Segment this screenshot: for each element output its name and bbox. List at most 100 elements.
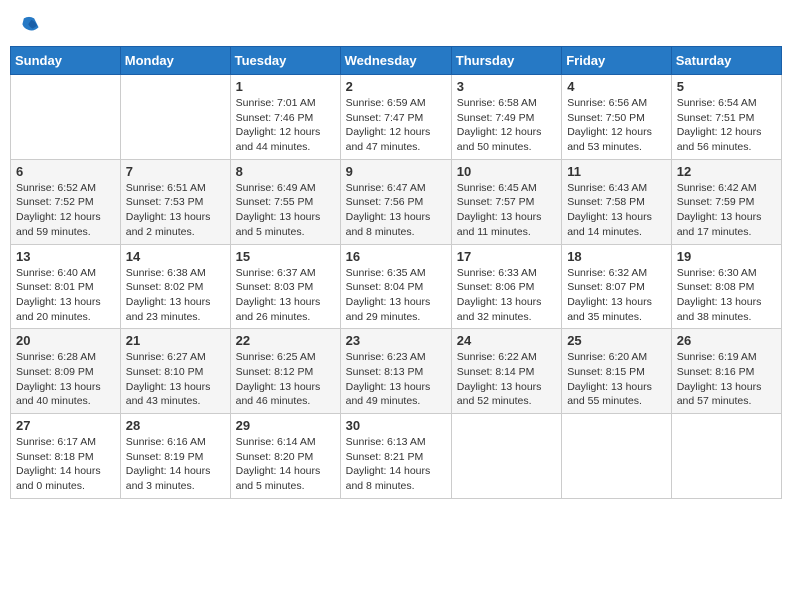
calendar-cell: 19 Sunrise: 6:30 AM Sunset: 8:08 PM Dayli… — [671, 244, 781, 329]
calendar-cell: 2 Sunrise: 6:59 AM Sunset: 7:47 PM Daylig… — [340, 75, 451, 160]
day-number: 7 — [126, 164, 225, 179]
day-number: 4 — [567, 79, 666, 94]
calendar-cell: 12 Sunrise: 6:42 AM Sunset: 7:59 PM Dayli… — [671, 159, 781, 244]
day-info: Sunrise: 6:30 AM Sunset: 8:08 PM Dayligh… — [677, 266, 776, 325]
calendar-cell: 13 Sunrise: 6:40 AM Sunset: 8:01 PM Dayli… — [11, 244, 121, 329]
day-number: 15 — [236, 249, 335, 264]
day-number: 23 — [346, 333, 446, 348]
day-number: 10 — [457, 164, 556, 179]
day-number: 26 — [677, 333, 776, 348]
week-row-4: 20Sunrise: 6:28 AM Sunset: 8:09 PM Dayli… — [11, 329, 782, 414]
day-info: Sunrise: 6:54 AM Sunset: 7:51 PM Dayligh… — [677, 96, 776, 155]
day-number: 5 — [677, 79, 776, 94]
day-info: Sunrise: 6:32 AM Sunset: 8:07 PM Dayligh… — [567, 266, 666, 325]
weekday-header-saturday: Saturday — [671, 47, 781, 75]
calendar-cell: 6 Sunrise: 6:52 AM Sunset: 7:52 PM Daylig… — [11, 159, 121, 244]
week-row-3: 13 Sunrise: 6:40 AM Sunset: 8:01 PM Dayli… — [11, 244, 782, 329]
day-info: Sunrise: 6:22 AM Sunset: 8:14 PM Dayligh… — [457, 350, 556, 409]
calendar-cell: 7 Sunrise: 6:51 AM Sunset: 7:53 PM Daylig… — [120, 159, 230, 244]
calendar-cell: 5 Sunrise: 6:54 AM Sunset: 7:51 PM Daylig… — [671, 75, 781, 160]
calendar-cell — [562, 414, 672, 499]
day-number: 9 — [346, 164, 446, 179]
day-number: 12 — [677, 164, 776, 179]
calendar-cell: 14 Sunrise: 6:38 AM Sunset: 8:02 PM Dayli… — [120, 244, 230, 329]
day-number: 22 — [236, 333, 335, 348]
day-info: Sunrise: 6:35 AM Sunset: 8:04 PM Dayligh… — [346, 266, 446, 325]
day-number: 30 — [346, 418, 446, 433]
calendar-cell: 21 Sunrise: 6:27 AM Sunset: 8:10 PM Dayli… — [120, 329, 230, 414]
calendar-cell: 28 Sunrise: 6:16 AM Sunset: 8:19 PM Dayli… — [120, 414, 230, 499]
calendar-cell: 30 Sunrise: 6:13 AM Sunset: 8:21 PM Dayli… — [340, 414, 451, 499]
weekday-header-sunday: Sunday — [11, 47, 121, 75]
calendar-cell: 26 Sunrise: 6:19 AM Sunset: 8:16 PM Dayli… — [671, 329, 781, 414]
day-info: Sunrise: 6:19 AM Sunset: 8:16 PM Dayligh… — [677, 350, 776, 409]
day-number: 2 — [346, 79, 446, 94]
day-info: Sunrise: 6:20 AM Sunset: 8:15 PM Dayligh… — [567, 350, 666, 409]
weekday-header-monday: Monday — [120, 47, 230, 75]
calendar-cell: 17 Sunrise: 6:33 AM Sunset: 8:06 PM Dayli… — [451, 244, 561, 329]
day-info: Sunrise: 6:40 AM Sunset: 8:01 PM Dayligh… — [16, 266, 115, 325]
day-info: Sunrise: 6:14 AM Sunset: 8:20 PM Dayligh… — [236, 435, 335, 494]
day-number: 17 — [457, 249, 556, 264]
day-info: Sunrise: 6:25 AM Sunset: 8:12 PM Dayligh… — [236, 350, 335, 409]
day-number: 8 — [236, 164, 335, 179]
calendar-cell: 15Sunrise: 6:37 AM Sunset: 8:03 PM Dayli… — [230, 244, 340, 329]
week-row-1: 1 Sunrise: 7:01 AM Sunset: 7:46 PM Daylig… — [11, 75, 782, 160]
calendar-cell: 4 Sunrise: 6:56 AM Sunset: 7:50 PM Daylig… — [562, 75, 672, 160]
week-row-2: 6 Sunrise: 6:52 AM Sunset: 7:52 PM Daylig… — [11, 159, 782, 244]
day-info: Sunrise: 6:27 AM Sunset: 8:10 PM Dayligh… — [126, 350, 225, 409]
calendar-cell: 25 Sunrise: 6:20 AM Sunset: 8:15 PM Dayli… — [562, 329, 672, 414]
calendar-cell: 16 Sunrise: 6:35 AM Sunset: 8:04 PM Dayli… — [340, 244, 451, 329]
day-number: 28 — [126, 418, 225, 433]
day-info: Sunrise: 7:01 AM Sunset: 7:46 PM Dayligh… — [236, 96, 335, 155]
day-info: Sunrise: 6:33 AM Sunset: 8:06 PM Dayligh… — [457, 266, 556, 325]
calendar-cell: 18 Sunrise: 6:32 AM Sunset: 8:07 PM Dayli… — [562, 244, 672, 329]
day-number: 11 — [567, 164, 666, 179]
calendar-cell — [120, 75, 230, 160]
logo — [18, 14, 42, 36]
calendar-cell: 27Sunrise: 6:17 AM Sunset: 8:18 PM Dayli… — [11, 414, 121, 499]
day-number: 29 — [236, 418, 335, 433]
day-info: Sunrise: 6:23 AM Sunset: 8:13 PM Dayligh… — [346, 350, 446, 409]
calendar-cell: 8Sunrise: 6:49 AM Sunset: 7:55 PM Daylig… — [230, 159, 340, 244]
calendar-cell: 3Sunrise: 6:58 AM Sunset: 7:49 PM Daylig… — [451, 75, 561, 160]
day-number: 14 — [126, 249, 225, 264]
day-number: 13 — [16, 249, 115, 264]
calendar-cell: 9 Sunrise: 6:47 AM Sunset: 7:56 PM Daylig… — [340, 159, 451, 244]
day-number: 18 — [567, 249, 666, 264]
day-number: 25 — [567, 333, 666, 348]
day-info: Sunrise: 6:56 AM Sunset: 7:50 PM Dayligh… — [567, 96, 666, 155]
day-info: Sunrise: 6:42 AM Sunset: 7:59 PM Dayligh… — [677, 181, 776, 240]
weekday-header-thursday: Thursday — [451, 47, 561, 75]
day-number: 16 — [346, 249, 446, 264]
day-info: Sunrise: 6:43 AM Sunset: 7:58 PM Dayligh… — [567, 181, 666, 240]
day-info: Sunrise: 6:59 AM Sunset: 7:47 PM Dayligh… — [346, 96, 446, 155]
day-number: 24 — [457, 333, 556, 348]
day-number: 19 — [677, 249, 776, 264]
day-info: Sunrise: 6:13 AM Sunset: 8:21 PM Dayligh… — [346, 435, 446, 494]
day-info: Sunrise: 6:47 AM Sunset: 7:56 PM Dayligh… — [346, 181, 446, 240]
logo-icon — [18, 14, 40, 36]
calendar-cell — [11, 75, 121, 160]
day-info: Sunrise: 6:16 AM Sunset: 8:19 PM Dayligh… — [126, 435, 225, 494]
day-info: Sunrise: 6:28 AM Sunset: 8:09 PM Dayligh… — [16, 350, 115, 409]
calendar-cell — [451, 414, 561, 499]
day-info: Sunrise: 6:17 AM Sunset: 8:18 PM Dayligh… — [16, 435, 115, 494]
weekday-header-tuesday: Tuesday — [230, 47, 340, 75]
week-row-5: 27Sunrise: 6:17 AM Sunset: 8:18 PM Dayli… — [11, 414, 782, 499]
calendar-cell: 29 Sunrise: 6:14 AM Sunset: 8:20 PM Dayli… — [230, 414, 340, 499]
day-number: 21 — [126, 333, 225, 348]
day-info: Sunrise: 6:51 AM Sunset: 7:53 PM Dayligh… — [126, 181, 225, 240]
weekday-header-wednesday: Wednesday — [340, 47, 451, 75]
day-info: Sunrise: 6:38 AM Sunset: 8:02 PM Dayligh… — [126, 266, 225, 325]
day-number: 3 — [457, 79, 556, 94]
day-info: Sunrise: 6:52 AM Sunset: 7:52 PM Dayligh… — [16, 181, 115, 240]
calendar-cell: 20Sunrise: 6:28 AM Sunset: 8:09 PM Dayli… — [11, 329, 121, 414]
day-number: 6 — [16, 164, 115, 179]
calendar-cell: 22 Sunrise: 6:25 AM Sunset: 8:12 PM Dayli… — [230, 329, 340, 414]
calendar-cell: 11 Sunrise: 6:43 AM Sunset: 7:58 PM Dayli… — [562, 159, 672, 244]
day-number: 1 — [236, 79, 335, 94]
calendar: SundayMondayTuesdayWednesdayThursdayFrid… — [10, 46, 782, 499]
calendar-cell: 23 Sunrise: 6:23 AM Sunset: 8:13 PM Dayli… — [340, 329, 451, 414]
weekday-header-row: SundayMondayTuesdayWednesdayThursdayFrid… — [11, 47, 782, 75]
